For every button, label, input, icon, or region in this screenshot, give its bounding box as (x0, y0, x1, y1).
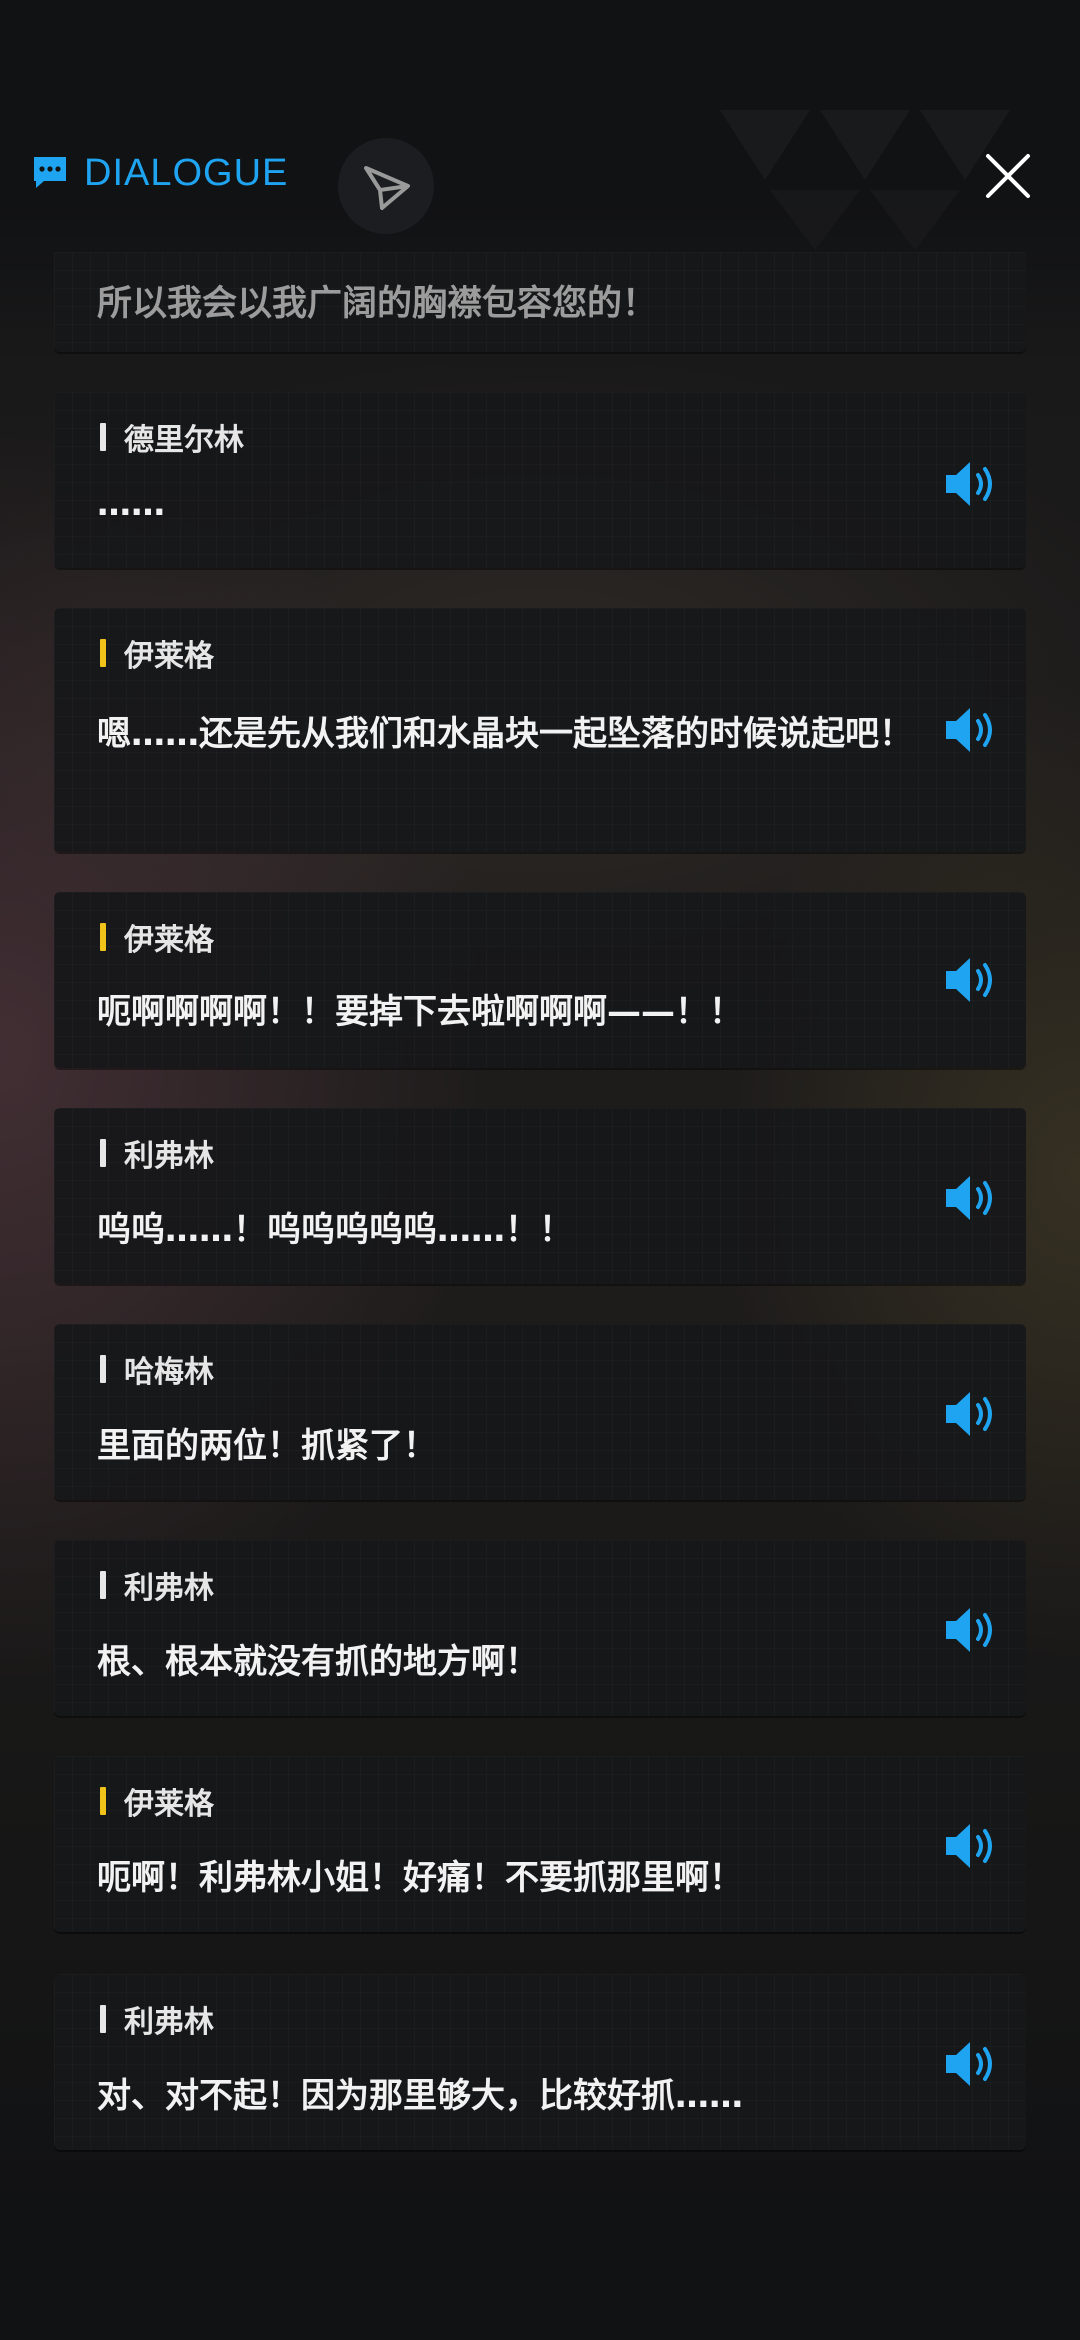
dialogue-card: 伊莱格 呃啊！利弗林小姐！好痛！不要抓那里啊！ (54, 1756, 1026, 1932)
speaker-label: 利弗林 (100, 1566, 214, 1606)
speaker-volume-icon (946, 1176, 992, 1220)
dialogue-text: 呃啊！利弗林小姐！好痛！不要抓那里啊！ (97, 1858, 743, 1898)
background-triangle-decoration (720, 110, 1010, 250)
speaker-bar (100, 639, 106, 667)
dialogue-card: 伊莱格 嗯……还是先从我们和水晶块一起坠落的时候说起吧！ (54, 608, 1026, 852)
play-voice-button[interactable] (942, 1388, 1004, 1440)
dialogue-card: 利弗林 呜呜……！呜呜呜呜呜……！！ (54, 1108, 1026, 1284)
speaker-bar (100, 1787, 106, 1815)
play-voice-button[interactable] (942, 704, 1004, 756)
speaker-name: 德里尔林 (124, 423, 244, 458)
speaker-label: 利弗林 (100, 1134, 214, 1174)
dialogue-title: DIALOGUE (84, 151, 289, 194)
speaker-volume-icon (946, 708, 992, 752)
speaker-volume-icon (946, 462, 992, 506)
speaker-name: 伊莱格 (124, 639, 214, 674)
play-voice-button[interactable] (942, 954, 1004, 1006)
play-voice-button[interactable] (942, 1604, 1004, 1656)
speaker-label: 伊莱格 (100, 918, 214, 958)
dialogue-card: 哈梅林 里面的两位！抓紧了！ (54, 1324, 1026, 1500)
speaker-bar (100, 1571, 106, 1599)
play-voice-button[interactable] (942, 1172, 1004, 1224)
chat-bubble-icon (34, 157, 66, 188)
speaker-bar (100, 2005, 106, 2033)
speaker-name: 伊莱格 (124, 1787, 214, 1822)
speaker-bar (100, 1139, 106, 1167)
speaker-volume-icon (946, 1608, 992, 1652)
dialogue-header: DIALOGUE (30, 148, 288, 198)
dialogue-card: 德里尔林 …… (54, 392, 1026, 568)
speaker-label: 利弗林 (100, 2000, 214, 2040)
speaker-name: 哈梅林 (124, 1355, 214, 1390)
speaker-volume-icon (946, 958, 992, 1002)
dialogue-card-previous: 所以我会以我广阔的胸襟包容您的！ (54, 252, 1026, 352)
dialogue-text: 嗯……还是先从我们和水晶块一起坠落的时候说起吧！ (97, 714, 913, 754)
close-button[interactable] (980, 148, 1036, 204)
play-voice-button[interactable] (942, 2038, 1004, 2090)
speaker-label: 哈梅林 (100, 1350, 214, 1390)
dialogue-text: 里面的两位！抓紧了！ (97, 1426, 437, 1466)
dialogue-text: 所以我会以我广阔的胸襟包容您的！ (97, 284, 658, 324)
dialogue-log-screen: DIALOGUE 所以我会以我广阔的胸襟包容您的！ 德里尔林 …… 伊莱格 嗯…… (0, 0, 1080, 2340)
dialogue-text: 呜呜……！呜呜呜呜呜……！！ (97, 1210, 573, 1250)
speaker-name: 利弗林 (124, 1139, 214, 1174)
speaker-volume-icon (946, 2042, 992, 2086)
send-button[interactable] (338, 138, 434, 234)
play-voice-button[interactable] (942, 1820, 1004, 1872)
speaker-label: 伊莱格 (100, 634, 214, 674)
speaker-bar (100, 923, 106, 951)
speaker-volume-icon (946, 1392, 992, 1436)
dialogue-text: …… (97, 484, 165, 524)
speaker-name: 利弗林 (124, 2005, 214, 2040)
dialogue-text: 根、根本就没有抓的地方啊！ (97, 1642, 539, 1682)
speaker-label: 德里尔林 (100, 418, 244, 458)
dialogue-card: 利弗林 对、对不起！因为那里够大，比较好抓…… (54, 1974, 1026, 2150)
speaker-bar (100, 1355, 106, 1383)
speaker-bar (100, 423, 106, 451)
send-icon (364, 166, 410, 210)
speaker-name: 利弗林 (124, 1571, 214, 1606)
dialogue-card: 伊莱格 呃啊啊啊啊！！要掉下去啦啊啊啊——！！ (54, 892, 1026, 1068)
play-voice-button[interactable] (942, 458, 1004, 510)
dialogue-card: 利弗林 根、根本就没有抓的地方啊！ (54, 1540, 1026, 1716)
speaker-label: 伊莱格 (100, 1782, 214, 1822)
close-icon (986, 154, 1030, 198)
dialogue-text: 对、对不起！因为那里够大，比较好抓…… (97, 2076, 743, 2116)
speaker-volume-icon (946, 1824, 992, 1868)
speaker-name: 伊莱格 (124, 923, 214, 958)
dialogue-text: 呃啊啊啊啊！！要掉下去啦啊啊啊——！！ (97, 992, 743, 1032)
